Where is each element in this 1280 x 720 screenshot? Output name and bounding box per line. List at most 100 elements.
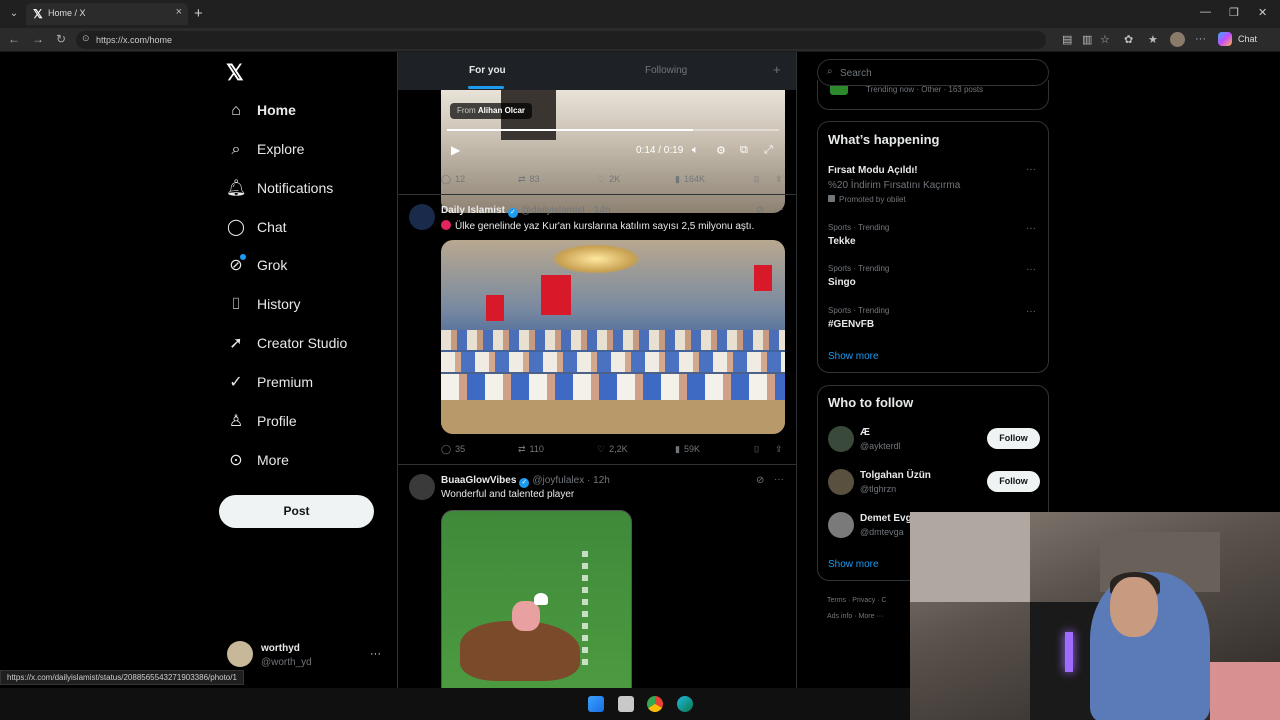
follow-button[interactable]: Follow	[987, 428, 1040, 449]
bookmark-button[interactable]: ⌷	[754, 174, 759, 185]
trend-more-icon[interactable]: ···	[1026, 164, 1036, 175]
nav-chat[interactable]: ◯ Chat	[226, 216, 386, 242]
show-more-link[interactable]: Show more	[828, 559, 879, 570]
repost-count: 83	[529, 174, 540, 184]
new-tab-icon[interactable]: +	[194, 5, 203, 22]
share-button[interactable]: ⇪	[775, 174, 783, 185]
trend-name[interactable]: #GENvFB	[828, 319, 874, 330]
share-button[interactable]: ⇪	[775, 444, 783, 455]
url-field[interactable]: ⊙ https://x.com/home	[76, 31, 1046, 49]
footer-links[interactable]: Terms · Privacy · C	[827, 597, 887, 604]
nav-explore[interactable]: ⌕ Explore	[226, 138, 386, 164]
repost-button[interactable]: ⇄ 83	[518, 174, 540, 185]
trend-more-icon[interactable]: ···	[1026, 264, 1036, 275]
follow-button[interactable]: Follow	[987, 471, 1040, 492]
tab-following[interactable]: Following	[645, 65, 687, 76]
grok-explain-icon[interactable]: ⊘	[756, 205, 764, 216]
user-avatar[interactable]	[828, 469, 854, 495]
tweet-more-icon[interactable]: ···	[774, 474, 784, 485]
trend-meta: Sports · Trending	[828, 264, 890, 273]
tweet-author-handle[interactable]: @joyfulalex	[532, 475, 584, 486]
search-box[interactable]: ⌕ Search	[817, 59, 1049, 86]
chrome-icon[interactable]	[647, 696, 663, 712]
user-name[interactable]: Demet Evg	[860, 513, 912, 524]
tweet-author-name[interactable]: BuaaGlowVibes	[441, 475, 516, 486]
x-logo-icon[interactable]: 𝕏	[226, 60, 244, 86]
repost-button[interactable]: ⇄ 110	[518, 444, 544, 455]
settings-gear-icon[interactable]: ⚙	[716, 144, 726, 157]
volume-icon[interactable]: 🔈︎	[692, 144, 699, 157]
collections-icon[interactable]: ▥	[1082, 33, 1092, 46]
bookmark-button[interactable]: ⌷	[754, 444, 759, 455]
tweet-author-name[interactable]: Daily Islamist	[441, 205, 505, 216]
restore-icon[interactable]: ❐	[1229, 6, 1239, 19]
add-tab-icon[interactable]: +	[773, 62, 781, 77]
pip-icon[interactable]: ⧉	[740, 144, 748, 157]
nav-notifications[interactable]: 🔔︎ Notifications	[226, 177, 386, 203]
search-input[interactable]: Search	[840, 68, 872, 79]
window-close-icon[interactable]: ✕	[1258, 6, 1267, 19]
like-button[interactable]: ♡ 2K	[597, 174, 620, 185]
reply-button[interactable]: ◯ 35	[441, 444, 465, 455]
browser-tab[interactable]: 𝕏 Home / X ×	[26, 3, 188, 25]
tweet-video-thumbnail[interactable]	[441, 510, 632, 690]
tweet-time[interactable]: · 14h	[588, 205, 611, 216]
nav-premium[interactable]: ✓ Premium	[226, 371, 386, 397]
trend-name[interactable]: Singo	[828, 277, 856, 288]
forward-icon[interactable]: →	[32, 32, 44, 46]
nav-creator-studio[interactable]: ➚ Creator Studio	[226, 332, 386, 358]
user-name[interactable]: Æ	[860, 427, 870, 438]
tweet-time[interactable]: · 12h	[587, 475, 610, 486]
nav-profile[interactable]: ♙ Profile	[226, 410, 386, 436]
trend-name[interactable]: Fırsat Modu Açıldı!	[828, 165, 918, 176]
tweet-more-icon[interactable]: ···	[774, 204, 784, 215]
nav-more[interactable]: ⊙ More	[226, 449, 386, 475]
tab-close-icon[interactable]: ×	[176, 6, 182, 18]
post-button[interactable]: Post	[219, 495, 374, 528]
favorites-icon[interactable]: ★	[1148, 33, 1158, 46]
windows-start-icon[interactable]	[588, 696, 604, 712]
copilot-chat-label[interactable]: Chat	[1238, 34, 1257, 44]
trend-more-icon[interactable]: ···	[1026, 306, 1036, 317]
favorite-star-icon[interactable]: ☆	[1100, 33, 1110, 46]
trend-more-icon[interactable]: ···	[1026, 223, 1036, 234]
tweet-avatar[interactable]	[409, 204, 435, 230]
nav-home[interactable]: ⌂ Home	[226, 99, 386, 125]
user-name[interactable]: Tolgahan Üzün	[860, 470, 931, 481]
tweet-author-handle[interactable]: @dailyislamist	[521, 205, 585, 216]
reply-button[interactable]: ◯ 12	[441, 174, 465, 185]
grok-explain-icon[interactable]: ⊘	[756, 475, 764, 486]
views-button[interactable]: ▮ 59K	[675, 444, 700, 455]
reader-icon[interactable]: ▤	[1062, 33, 1072, 46]
browser-menu-icon[interactable]: ···	[1195, 33, 1206, 45]
video-progress-bar[interactable]	[447, 129, 779, 131]
edge-icon[interactable]	[677, 696, 693, 712]
nav-grok[interactable]: ⊘ Grok	[226, 254, 386, 280]
fullscreen-icon[interactable]: ⤢	[764, 144, 773, 157]
minimize-icon[interactable]: —	[1200, 6, 1211, 18]
reload-icon[interactable]: ↻	[56, 32, 66, 46]
tab-for-you[interactable]: For you	[469, 65, 506, 76]
views-button[interactable]: ▮ 164K	[675, 174, 705, 185]
trend-name[interactable]: Tekke	[828, 236, 856, 247]
video-from-name[interactable]: Alihan Olcar	[478, 106, 525, 115]
tweet-photo[interactable]	[441, 240, 785, 434]
nav-history[interactable]: ⌷ History	[226, 293, 386, 319]
user-avatar[interactable]	[828, 512, 854, 538]
account-name[interactable]: worthyd	[261, 643, 300, 654]
account-more-icon[interactable]: ···	[370, 648, 381, 660]
show-more-link[interactable]: Show more	[828, 351, 879, 362]
like-button[interactable]: ♡ 2,2K	[597, 444, 628, 455]
footer-links[interactable]: Ads info · More ···	[827, 613, 883, 620]
file-explorer-icon[interactable]	[618, 696, 634, 712]
back-icon[interactable]: ←	[8, 32, 20, 46]
browser-profile-avatar[interactable]	[1170, 32, 1185, 47]
tab-menu-icon[interactable]: ⌄	[6, 6, 22, 22]
site-info-icon[interactable]: ⊙	[82, 33, 90, 44]
extension-icon[interactable]: ✿	[1124, 33, 1133, 46]
copilot-icon[interactable]	[1218, 32, 1232, 46]
tweet-avatar[interactable]	[409, 474, 435, 500]
account-avatar[interactable]	[227, 641, 253, 667]
play-icon[interactable]: ▶	[451, 143, 460, 157]
user-avatar[interactable]	[828, 426, 854, 452]
